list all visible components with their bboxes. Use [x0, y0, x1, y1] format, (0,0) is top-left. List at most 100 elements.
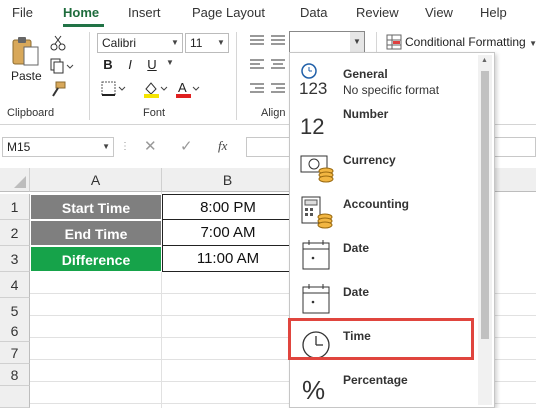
column-header-b[interactable]: B — [162, 168, 294, 192]
format-painter-button[interactable] — [49, 80, 67, 98]
name-box[interactable]: M15 ▼ — [2, 137, 114, 157]
dropdown-scrollbar[interactable]: ▲ — [478, 55, 492, 405]
decrease-indent-icon — [250, 83, 264, 93]
copy-icon — [50, 58, 74, 74]
menu-file[interactable]: File — [12, 5, 33, 20]
short-date-calendar-icon — [296, 237, 336, 273]
number-format-combo[interactable]: ▼ — [289, 31, 365, 53]
copy-button[interactable] — [49, 57, 75, 75]
chevron-down-icon[interactable]: ▼ — [350, 32, 364, 52]
formula-bar-grip-icon: ⋮ — [120, 141, 130, 152]
format-option-number[interactable]: 12 Number — [290, 101, 480, 145]
accounting-calculator-icon — [296, 193, 336, 229]
menu-review[interactable]: Review — [356, 5, 399, 20]
font-name-combo[interactable]: Calibri ▼ — [97, 33, 183, 53]
ribbon-separator — [89, 32, 90, 120]
paste-label[interactable]: Paste — [11, 69, 42, 83]
underline-dropdown-icon[interactable]: ▼ — [166, 58, 176, 70]
insert-function-button[interactable]: fx — [218, 138, 227, 154]
menu-data[interactable]: Data — [300, 5, 327, 20]
scrollbar-thumb[interactable] — [481, 71, 489, 339]
increase-indent-button[interactable] — [269, 82, 287, 96]
format-option-name: Percentage — [343, 373, 408, 387]
cell-a2[interactable]: End Time — [30, 220, 162, 246]
format-option-name: Accounting — [343, 197, 409, 211]
format-option-general[interactable]: 123 General No specific format — [290, 57, 480, 101]
cut-button[interactable] — [49, 34, 67, 52]
paint-bucket-icon — [144, 82, 168, 98]
conditional-formatting-icon[interactable] — [386, 34, 402, 50]
row-header[interactable]: 8 — [0, 364, 30, 386]
paste-button[interactable] — [10, 34, 44, 68]
format-option-name: Number — [343, 107, 389, 121]
format-option-name: Date — [343, 241, 370, 255]
row-header[interactable]: 3 — [0, 246, 30, 272]
cell-a1[interactable]: Start Time — [30, 194, 162, 220]
format-option-percentage[interactable]: % Percentage — [290, 365, 480, 407]
active-tab-indicator — [63, 24, 104, 27]
format-option-accounting[interactable]: Accounting — [290, 189, 480, 233]
svg-text:123: 123 — [299, 79, 327, 97]
currency-icon — [296, 149, 336, 185]
font-group-label: Font — [143, 107, 166, 119]
format-option-currency[interactable]: Currency — [290, 145, 480, 189]
row-header[interactable] — [0, 386, 30, 408]
chevron-down-icon: ▼ — [529, 39, 536, 48]
menu-help[interactable]: Help — [480, 5, 507, 20]
font-color-button[interactable]: A — [174, 80, 200, 98]
row-header[interactable]: 1 — [0, 194, 30, 220]
menu-home[interactable]: Home — [63, 5, 99, 20]
row-header[interactable]: 2 — [0, 220, 30, 246]
bold-button[interactable]: B — [100, 56, 116, 74]
font-color-icon: A — [176, 80, 200, 98]
cell-a1-text: Start Time — [61, 200, 131, 216]
middle-align-icon — [271, 35, 285, 45]
format-option-short-date[interactable]: Date — [290, 233, 480, 277]
ribbon-separator — [236, 32, 237, 120]
enter-check-icon[interactable]: ✓ — [180, 137, 193, 155]
underline-button[interactable]: U — [144, 56, 160, 74]
paste-icon — [12, 37, 39, 66]
svg-text:%: % — [302, 375, 325, 405]
cell-b2[interactable]: 7:00 AM — [162, 220, 294, 246]
select-all-triangle-icon — [14, 176, 26, 188]
chevron-down-icon: ▼ — [171, 38, 179, 47]
top-align-button[interactable] — [248, 34, 266, 48]
borders-button[interactable] — [100, 80, 126, 98]
conditional-formatting-button[interactable]: Conditional Formatting ▼ — [405, 35, 536, 49]
decrease-indent-button[interactable] — [248, 82, 266, 96]
cancel-icon[interactable]: ✕ — [144, 137, 157, 155]
cell-a3[interactable]: Difference — [30, 246, 162, 272]
align-center-icon — [271, 59, 285, 69]
font-size-value: 11 — [190, 36, 203, 50]
middle-align-button[interactable] — [269, 34, 287, 48]
format-option-description: No specific format — [343, 83, 440, 97]
align-left-button[interactable] — [248, 58, 266, 72]
fill-color-button[interactable] — [142, 80, 168, 98]
cell-b1[interactable]: 8:00 PM — [162, 194, 294, 220]
row-header[interactable]: 6 — [0, 320, 30, 342]
name-box-value: M15 — [7, 140, 31, 154]
format-option-name: Currency — [343, 153, 396, 167]
column-header-a[interactable]: A — [30, 168, 162, 192]
percent-icon: % — [296, 369, 336, 405]
format-option-long-date[interactable]: Date — [290, 277, 480, 321]
long-date-calendar-icon — [296, 281, 336, 317]
cell-b1-text: 8:00 PM — [200, 199, 256, 216]
cell-a2-text: End Time — [64, 226, 128, 242]
menu-view[interactable]: View — [425, 5, 453, 20]
italic-button[interactable]: I — [122, 56, 138, 74]
cell-a3-text: Difference — [61, 252, 131, 268]
borders-icon — [101, 81, 126, 96]
row-header[interactable]: 7 — [0, 342, 30, 364]
font-size-combo[interactable]: 11 ▼ — [185, 33, 229, 53]
cell-b3-text: 11:00 AM — [196, 250, 260, 267]
menu-insert[interactable]: Insert — [128, 5, 161, 20]
format-painter-icon — [52, 81, 66, 97]
menu-page-layout[interactable]: Page Layout — [192, 5, 265, 20]
row-header[interactable]: 4 — [0, 272, 30, 298]
scroll-up-icon[interactable]: ▲ — [481, 57, 488, 64]
align-center-button[interactable] — [269, 58, 287, 72]
cell-b3[interactable]: 11:00 AM — [162, 246, 294, 272]
select-all-corner[interactable] — [0, 168, 30, 192]
